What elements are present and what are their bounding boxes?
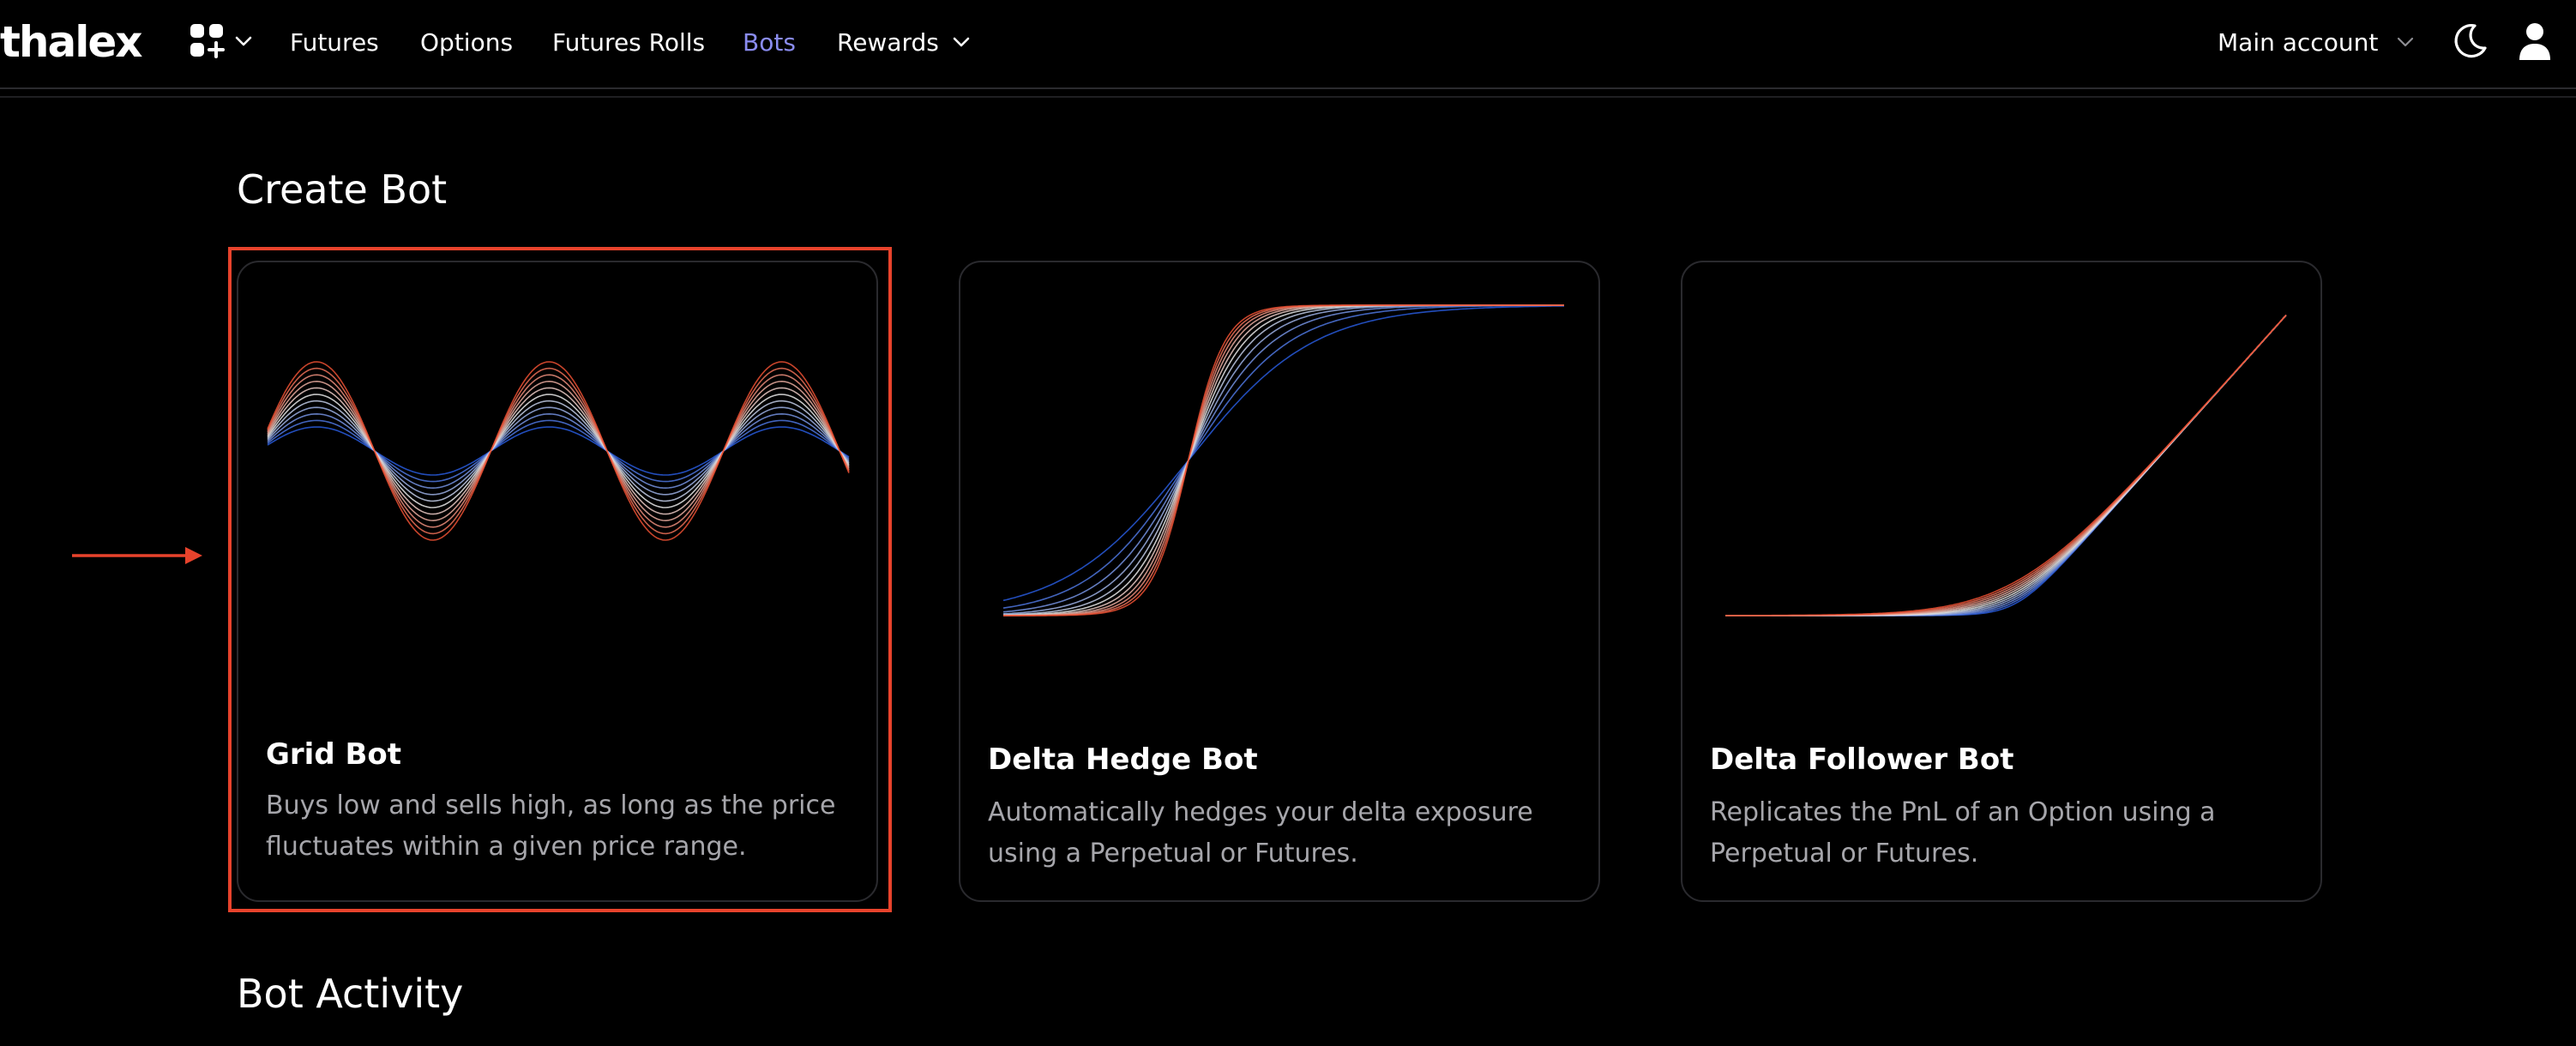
illustration-line: [1725, 315, 2287, 616]
illustration-line: [1725, 314, 2287, 616]
pointer-arrow-icon: [72, 547, 202, 564]
illustration-line: [267, 361, 850, 541]
apps-icon[interactable]: [189, 22, 226, 60]
thalex-logo[interactable]: thalex: [0, 12, 143, 72]
account-selector[interactable]: Main account: [2218, 0, 2416, 84]
s-curve-illustration: [1002, 304, 1564, 616]
nav-options-label: Options: [420, 27, 514, 57]
chevron-down-icon: [2398, 37, 2414, 47]
illustration-line: [1725, 314, 2287, 616]
illustration-line: [1725, 315, 2287, 616]
grid-bot-title: Grid Bot: [266, 737, 402, 772]
grid-bot-card[interactable]: Grid Bot Buys low and sells high, as lon…: [237, 261, 878, 902]
illustration-line: [1725, 315, 2287, 616]
user-icon[interactable]: [2516, 21, 2554, 62]
illustration-line: [1725, 315, 2287, 616]
illustration-line: [1002, 304, 1564, 616]
illustration-line: [1003, 304, 1564, 616]
illustration-line: [267, 367, 850, 535]
illustration-line: [1002, 304, 1564, 609]
illustration-line: [1002, 304, 1564, 613]
delta-follower-bot-description: Replicates the PnL of an Option using a …: [1710, 797, 2216, 869]
top-navigation-bar: thalex Futures Options Futures Rolls Bot…: [0, 0, 2576, 98]
illustration-line: [1725, 314, 2287, 616]
illustration-line: [1003, 304, 1564, 616]
nav-futures-rolls-label: Futures Rolls: [552, 27, 706, 57]
illustration-line: [1002, 304, 1564, 615]
illustration-line: [267, 426, 850, 476]
nav-futures-rolls[interactable]: Futures Rolls: [552, 0, 705, 84]
hockey-stick-illustration: [1725, 314, 2287, 616]
delta-hedge-bot-title: Delta Hedge Bot: [988, 742, 1258, 777]
illustration-line: [1725, 315, 2287, 616]
header-divider: [0, 87, 2576, 89]
illustration-line: [1725, 315, 2287, 616]
moon-icon[interactable]: [2451, 22, 2489, 60]
illustration-line: [267, 406, 850, 496]
nav-options[interactable]: Options: [420, 0, 513, 84]
delta-hedge-bot-card[interactable]: Delta Hedge Bot Automatically hedges you…: [959, 261, 1600, 902]
nav-futures[interactable]: Futures: [290, 0, 379, 84]
illustration-line: [1002, 304, 1564, 616]
nav-bots-label: Bots: [743, 27, 796, 57]
illustration-line: [1003, 304, 1564, 616]
illustration-line: [1002, 305, 1564, 602]
account-label: Main account: [2218, 27, 2379, 57]
create-bot-heading: Create Bot: [237, 166, 448, 213]
header-divider: [0, 96, 2576, 98]
grid-bot-description: Buys low and sells high, as long as the …: [266, 791, 836, 862]
delta-follower-bot-card[interactable]: Delta Follower Bot Replicates the PnL of…: [1681, 261, 2322, 902]
illustration-line: [1003, 304, 1564, 616]
nav-rewards[interactable]: Rewards: [837, 0, 972, 84]
nav-bots[interactable]: Bots: [743, 0, 796, 84]
illustration-line: [1725, 315, 2287, 616]
illustration-line: [1725, 315, 2287, 616]
chevron-down-icon: [953, 37, 970, 47]
chevron-down-icon[interactable]: [233, 31, 254, 51]
nav-rewards-label: Rewards: [837, 27, 939, 57]
illustration-line: [267, 374, 850, 528]
sine-wave-illustration: [267, 361, 850, 541]
delta-follower-bot-title: Delta Follower Bot: [1710, 742, 2014, 777]
delta-hedge-bot-description: Automatically hedges your delta exposure…: [988, 797, 1533, 869]
bot-activity-heading: Bot Activity: [237, 971, 464, 1017]
illustration-line: [1003, 304, 1564, 616]
nav-futures-label: Futures: [290, 27, 379, 57]
